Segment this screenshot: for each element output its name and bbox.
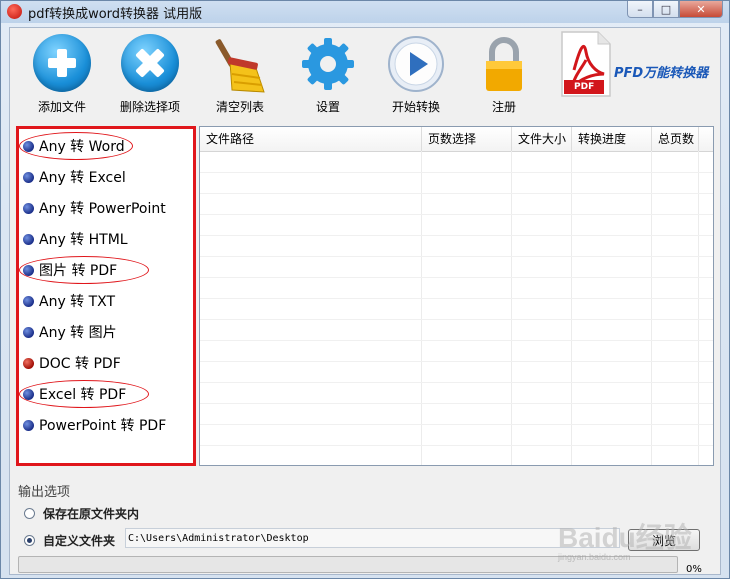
table-row: [200, 298, 713, 299]
conversion-type-label: Any 转 HTML: [39, 232, 128, 248]
table-row: [200, 256, 713, 257]
save-original-radio[interactable]: [24, 508, 35, 519]
conversion-type-label: Any 转 PowerPoint: [39, 201, 166, 217]
bullet-icon: [23, 419, 34, 431]
clear-list-label: 清空列表: [215, 100, 264, 114]
custom-folder-option[interactable]: 自定义文件夹: [24, 532, 115, 549]
app-window: pdf转换成word转换器 试用版 – □ ✕ 添加文件 删除选择项 清空列表 …: [0, 0, 730, 579]
table-row: [200, 235, 713, 236]
settings-label: 设置: [315, 100, 340, 114]
table-row: [200, 193, 713, 194]
delete-icon: [121, 34, 179, 92]
conversion-type-item[interactable]: Any 转 HTML: [23, 228, 128, 250]
register-label: 注册: [491, 100, 516, 114]
bullet-icon: [23, 326, 34, 338]
conversion-type-label: Any 转 TXT: [39, 294, 116, 310]
bullet-icon: [23, 202, 34, 214]
bullet-icon: [23, 233, 34, 245]
minimize-button[interactable]: –: [627, 1, 653, 18]
conversion-type-label: 图片 转 PDF: [39, 263, 118, 279]
plus-icon: [33, 34, 91, 92]
title-bar[interactable]: pdf转换成word转换器 试用版 – □ ✕: [1, 1, 729, 23]
conversion-type-label: Any 转 Word: [39, 139, 125, 155]
bullet-icon: [23, 295, 34, 307]
start-convert-label: 开始转换: [391, 100, 440, 114]
table-row: [200, 424, 713, 425]
play-icon: [388, 36, 444, 92]
conversion-type-item[interactable]: Any 转 Word: [23, 135, 125, 157]
lock-icon: [486, 37, 522, 91]
conversion-type-label: Any 转 图片: [39, 325, 117, 341]
output-path-field[interactable]: C:\Users\Administrator\Desktop: [125, 528, 620, 548]
maximize-button[interactable]: □: [653, 1, 679, 18]
table-row: [200, 172, 713, 173]
conversion-progress-bar: [18, 556, 678, 573]
conversion-type-label: Excel 转 PDF: [39, 387, 127, 403]
progress-percent: 0%: [686, 564, 702, 575]
remove-selected-label: 删除选择项: [119, 100, 180, 114]
column-header-pages[interactable]: 页数选择: [422, 127, 512, 151]
conversion-type-item[interactable]: Any 转 TXT: [23, 290, 115, 312]
window-title: pdf转换成word转换器 试用版: [28, 7, 203, 22]
register-button[interactable]: 注册: [464, 34, 544, 115]
close-button[interactable]: ✕: [679, 1, 723, 18]
add-file-label: 添加文件: [37, 100, 86, 114]
table-row: [200, 214, 713, 215]
conversion-type-label: PowerPoint 转 PDF: [39, 418, 167, 434]
column-header-path[interactable]: 文件路径: [200, 127, 422, 151]
bullet-icon: [23, 171, 34, 183]
column-header-total-pages[interactable]: 总页数: [652, 127, 699, 151]
settings-button[interactable]: 设置: [288, 34, 368, 115]
bullet-icon: [23, 140, 34, 152]
add-file-button[interactable]: 添加文件: [22, 34, 102, 115]
table-row: [200, 319, 713, 320]
conversion-type-item[interactable]: PowerPoint 转 PDF: [23, 414, 166, 436]
table-row: [200, 277, 713, 278]
file-table[interactable]: 文件路径 页数选择 文件大小 转换进度 总页数: [199, 126, 714, 466]
conversion-type-item[interactable]: Excel 转 PDF: [23, 383, 126, 405]
table-row: [200, 445, 713, 446]
gear-icon: [302, 38, 354, 90]
column-header-size[interactable]: 文件大小: [512, 127, 572, 151]
column-header-progress[interactable]: 转换进度: [572, 127, 652, 151]
table-row: [200, 403, 713, 404]
brand-pdf-label: PDF: [574, 82, 595, 92]
conversion-type-item[interactable]: DOC 转 PDF: [23, 352, 121, 374]
brand-name: PFD万能转换器: [614, 66, 709, 81]
table-header: 文件路径 页数选择 文件大小 转换进度 总页数: [200, 127, 713, 152]
save-original-folder-option[interactable]: 保存在原文件夹内: [24, 505, 139, 522]
broom-icon: [215, 39, 265, 93]
remove-selected-button[interactable]: 删除选择项: [110, 34, 190, 115]
table-row: [200, 382, 713, 383]
bullet-icon: [23, 264, 34, 276]
table-row: [200, 340, 713, 341]
custom-folder-radio[interactable]: [24, 535, 35, 546]
brand-logo: PDF PFD万能转换器: [560, 30, 720, 100]
save-original-label: 保存在原文件夹内: [43, 507, 140, 521]
table-row: [200, 361, 713, 362]
custom-folder-label: 自定义文件夹: [43, 534, 116, 548]
conversion-type-item[interactable]: 图片 转 PDF: [23, 259, 117, 281]
conversion-type-item[interactable]: Any 转 PowerPoint: [23, 197, 166, 219]
conversion-type-label: Any 转 Excel: [39, 170, 126, 186]
window-controls: – □ ✕: [627, 1, 723, 18]
bullet-icon: [23, 388, 34, 400]
output-options-title: 输出选项: [18, 485, 71, 500]
conversion-type-label: DOC 转 PDF: [39, 356, 121, 372]
start-convert-button[interactable]: 开始转换: [376, 34, 456, 115]
main-panel: 添加文件 删除选择项 清空列表 设置 开始转换 注册 PDF PFD万能转换器 …: [9, 27, 721, 575]
bullet-icon: [23, 357, 34, 369]
browse-button[interactable]: 浏览: [628, 529, 700, 551]
conversion-type-item[interactable]: Any 转 Excel: [23, 166, 126, 188]
conversion-type-item[interactable]: Any 转 图片: [23, 321, 117, 343]
clear-list-button[interactable]: 清空列表: [200, 34, 280, 115]
app-icon: [7, 4, 22, 19]
conversion-type-list: Any 转 Word Any 转 Excel Any 转 PowerPoint Any…: [16, 126, 196, 466]
